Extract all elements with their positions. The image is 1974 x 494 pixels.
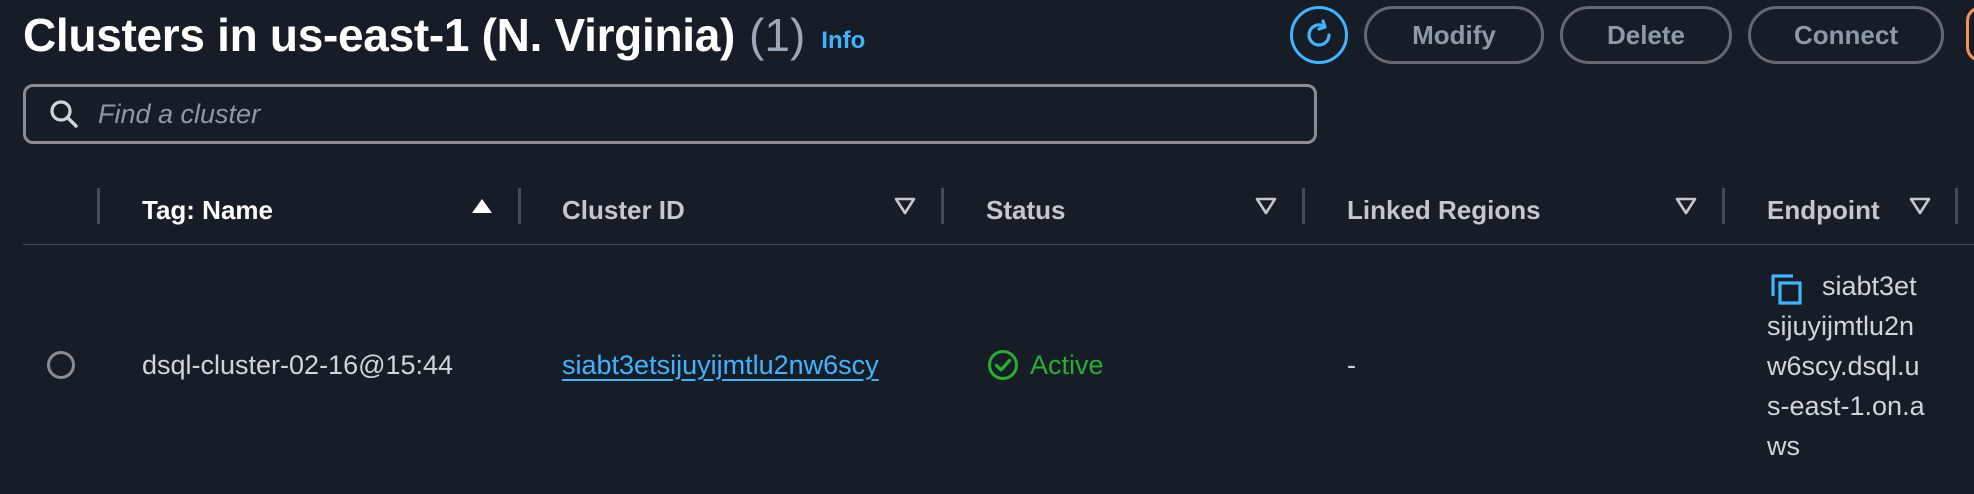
endpoint-cell: siabt3etsijuyijmtlu2nw6scy.dsql.us-east-… xyxy=(1767,266,1974,466)
linked-regions: - xyxy=(1347,350,1356,380)
search-icon xyxy=(46,96,82,132)
column-label: Cluster ID xyxy=(562,194,685,225)
column-label: Status xyxy=(986,194,1066,225)
column-divider xyxy=(1722,188,1725,224)
column-header-endpoint[interactable]: Endpoint xyxy=(1767,178,1880,242)
column-header-tag-name[interactable]: Tag: Name xyxy=(142,178,273,242)
create-cluster-button[interactable] xyxy=(1966,6,1974,62)
column-divider xyxy=(1955,188,1958,224)
actions-toolbar: Modify Delete Connect xyxy=(1290,3,1960,67)
cluster-id-link[interactable]: siabt3etsijuyijmtlu2nw6scy xyxy=(562,350,879,381)
column-label: Endpoint xyxy=(1767,194,1880,225)
table-header: Tag: Name Cluster ID Status Linked Regio… xyxy=(23,178,1974,245)
connect-button[interactable]: Connect xyxy=(1748,6,1944,64)
sort-icon[interactable] xyxy=(1254,194,1278,218)
search-input[interactable] xyxy=(96,97,1250,131)
column-divider xyxy=(941,188,944,224)
sort-icon[interactable] xyxy=(1908,194,1932,218)
info-link[interactable]: Info xyxy=(821,27,865,55)
sort-icon[interactable] xyxy=(1674,194,1698,218)
refresh-button[interactable] xyxy=(1290,6,1348,64)
refresh-icon xyxy=(1307,19,1331,47)
column-header-status[interactable]: Status xyxy=(986,178,1065,242)
cluster-count: (1) xyxy=(749,9,806,61)
search-box xyxy=(23,84,1317,144)
status-text: Active xyxy=(1030,349,1104,380)
column-divider xyxy=(97,188,100,224)
column-divider xyxy=(1302,188,1305,224)
cluster-name: dsql-cluster-02-16@15:44 xyxy=(142,350,454,380)
check-circle-icon xyxy=(986,348,1020,382)
row-select-radio[interactable] xyxy=(47,351,75,379)
status-badge: Active xyxy=(986,348,1104,382)
page-title: Clusters in us-east-1 (N. Virginia) xyxy=(23,9,736,61)
copy-icon[interactable] xyxy=(1769,272,1805,308)
column-label: Linked Regions xyxy=(1347,194,1541,225)
column-header-cluster-id[interactable]: Cluster ID xyxy=(562,178,685,242)
sort-icon[interactable] xyxy=(893,194,917,218)
column-label: Tag: Name xyxy=(142,194,273,225)
column-header-linked-regions[interactable]: Linked Regions xyxy=(1347,178,1541,242)
sort-ascending-icon[interactable] xyxy=(470,194,494,218)
page-header: Clusters in us-east-1 (N. Virginia) (1) … xyxy=(23,0,865,70)
column-divider xyxy=(518,188,521,224)
modify-button[interactable]: Modify xyxy=(1364,6,1544,64)
delete-button[interactable]: Delete xyxy=(1560,6,1732,64)
table-row: dsql-cluster-02-16@15:44 siabt3etsijuyij… xyxy=(23,246,1974,494)
